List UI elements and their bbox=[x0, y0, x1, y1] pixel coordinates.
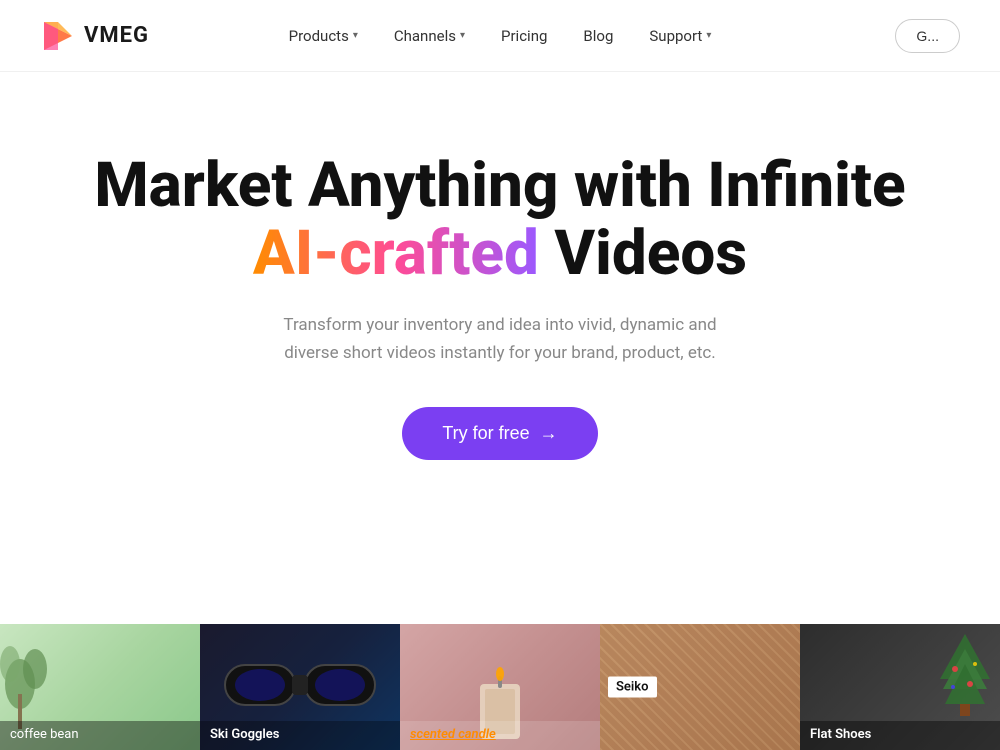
hero-title-line2: Videos bbox=[554, 217, 747, 290]
video-card-shoes[interactable]: Flat Shoes bbox=[800, 624, 1000, 750]
hero-subtitle: Transform your inventory and idea into v… bbox=[260, 312, 740, 366]
hero-title-gradient: AI-crafted bbox=[253, 217, 539, 290]
support-chevron-icon: ▾ bbox=[706, 30, 711, 41]
nav-products[interactable]: Products ▾ bbox=[289, 27, 358, 45]
header-right: G... bbox=[895, 19, 960, 53]
nav-channels[interactable]: Channels ▾ bbox=[394, 27, 465, 45]
arrow-right-icon: → bbox=[540, 423, 558, 444]
main-nav: Products ▾ Channels ▾ Pricing Blog Suppo… bbox=[289, 27, 712, 45]
logo-text: VMEG bbox=[84, 23, 149, 48]
hero-title: Market Anything with Infinite AI-crafted… bbox=[94, 152, 905, 288]
get-started-button[interactable]: G... bbox=[895, 19, 960, 53]
products-chevron-icon: ▾ bbox=[353, 30, 358, 41]
try-free-label: Try for free bbox=[442, 423, 529, 444]
candle-label: scented candle bbox=[400, 721, 600, 750]
coffee-label: coffee bean bbox=[0, 721, 200, 750]
main-content: Market Anything with Infinite AI-crafted… bbox=[0, 72, 1000, 750]
ski-label: Ski Goggles bbox=[200, 721, 400, 750]
nav-support[interactable]: Support ▾ bbox=[649, 27, 711, 45]
video-card-ski[interactable]: Ski Goggles bbox=[200, 624, 400, 750]
nav-pricing[interactable]: Pricing bbox=[501, 27, 547, 45]
try-free-button[interactable]: Try for free → bbox=[402, 407, 597, 460]
video-strip: coffee bean Ski Goggles scented candle bbox=[0, 624, 1000, 750]
hero-title-line1: Market Anything with Infinite bbox=[94, 149, 905, 222]
shoes-label: Flat Shoes bbox=[800, 721, 1000, 750]
seiko-label: Seiko bbox=[608, 677, 657, 698]
video-card-seiko[interactable]: Seiko bbox=[600, 624, 800, 750]
channels-chevron-icon: ▾ bbox=[460, 30, 465, 41]
video-card-candle[interactable]: scented candle bbox=[400, 624, 600, 750]
video-card-coffee[interactable]: coffee bean bbox=[0, 624, 200, 750]
nav-blog[interactable]: Blog bbox=[583, 27, 613, 45]
logo-icon bbox=[40, 18, 76, 54]
coffee-plant-decoration bbox=[0, 624, 80, 734]
header: VMEG Products ▾ Channels ▾ Pricing Blog … bbox=[0, 0, 1000, 72]
christmas-tree-decoration bbox=[935, 629, 995, 719]
logo[interactable]: VMEG bbox=[40, 18, 149, 54]
hero-section: Market Anything with Infinite AI-crafted… bbox=[0, 72, 1000, 510]
ski-goggles-decoration bbox=[220, 645, 380, 725]
